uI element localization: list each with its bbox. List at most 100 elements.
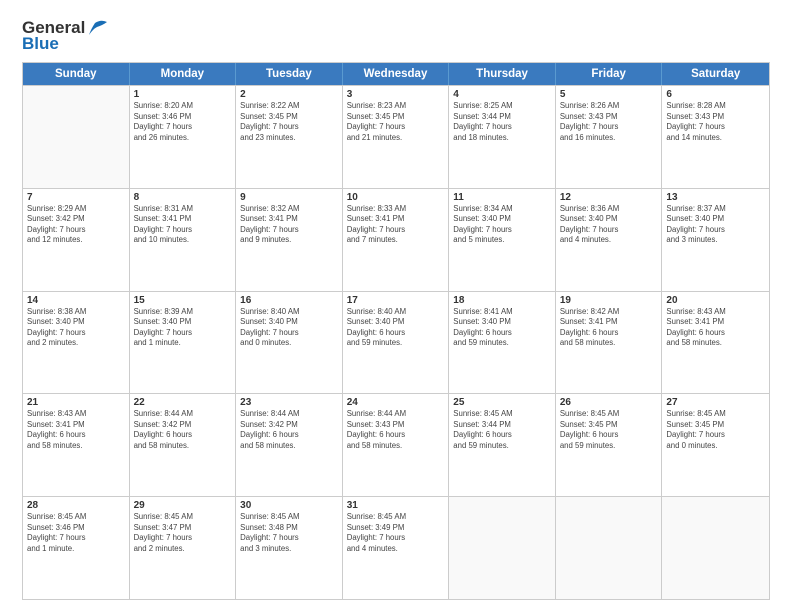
- calendar-cell-2: 2Sunrise: 8:22 AM Sunset: 3:45 PM Daylig…: [236, 86, 343, 188]
- day-number: 17: [347, 295, 445, 306]
- calendar-cell-empty-4-4: [449, 497, 556, 599]
- cell-info: Sunrise: 8:31 AM Sunset: 3:41 PM Dayligh…: [134, 204, 232, 246]
- cell-info: Sunrise: 8:26 AM Sunset: 3:43 PM Dayligh…: [560, 101, 658, 143]
- calendar-cell-7: 7Sunrise: 8:29 AM Sunset: 3:42 PM Daylig…: [23, 189, 130, 291]
- header: General Blue: [22, 18, 770, 54]
- calendar-cell-11: 11Sunrise: 8:34 AM Sunset: 3:40 PM Dayli…: [449, 189, 556, 291]
- cell-info: Sunrise: 8:29 AM Sunset: 3:42 PM Dayligh…: [27, 204, 125, 246]
- cell-info: Sunrise: 8:44 AM Sunset: 3:43 PM Dayligh…: [347, 409, 445, 451]
- cell-info: Sunrise: 8:20 AM Sunset: 3:46 PM Dayligh…: [134, 101, 232, 143]
- calendar-cell-16: 16Sunrise: 8:40 AM Sunset: 3:40 PM Dayli…: [236, 292, 343, 394]
- day-number: 13: [666, 192, 765, 203]
- calendar-cell-empty-0-0: [23, 86, 130, 188]
- day-number: 9: [240, 192, 338, 203]
- cell-info: Sunrise: 8:23 AM Sunset: 3:45 PM Dayligh…: [347, 101, 445, 143]
- calendar-cell-3: 3Sunrise: 8:23 AM Sunset: 3:45 PM Daylig…: [343, 86, 450, 188]
- day-number: 18: [453, 295, 551, 306]
- calendar-cell-28: 28Sunrise: 8:45 AM Sunset: 3:46 PM Dayli…: [23, 497, 130, 599]
- day-number: 15: [134, 295, 232, 306]
- logo-bird-icon: [87, 19, 109, 37]
- calendar-cell-13: 13Sunrise: 8:37 AM Sunset: 3:40 PM Dayli…: [662, 189, 769, 291]
- cell-info: Sunrise: 8:41 AM Sunset: 3:40 PM Dayligh…: [453, 307, 551, 349]
- calendar-row-1: 7Sunrise: 8:29 AM Sunset: 3:42 PM Daylig…: [23, 188, 769, 291]
- cell-info: Sunrise: 8:32 AM Sunset: 3:41 PM Dayligh…: [240, 204, 338, 246]
- calendar-cell-5: 5Sunrise: 8:26 AM Sunset: 3:43 PM Daylig…: [556, 86, 663, 188]
- cell-info: Sunrise: 8:25 AM Sunset: 3:44 PM Dayligh…: [453, 101, 551, 143]
- calendar-cell-10: 10Sunrise: 8:33 AM Sunset: 3:41 PM Dayli…: [343, 189, 450, 291]
- cell-info: Sunrise: 8:36 AM Sunset: 3:40 PM Dayligh…: [560, 204, 658, 246]
- cell-info: Sunrise: 8:44 AM Sunset: 3:42 PM Dayligh…: [240, 409, 338, 451]
- cell-info: Sunrise: 8:45 AM Sunset: 3:45 PM Dayligh…: [666, 409, 765, 451]
- calendar-cell-21: 21Sunrise: 8:43 AM Sunset: 3:41 PM Dayli…: [23, 394, 130, 496]
- day-number: 12: [560, 192, 658, 203]
- day-number: 24: [347, 397, 445, 408]
- cell-info: Sunrise: 8:22 AM Sunset: 3:45 PM Dayligh…: [240, 101, 338, 143]
- logo-blue: Blue: [22, 34, 59, 54]
- cell-info: Sunrise: 8:33 AM Sunset: 3:41 PM Dayligh…: [347, 204, 445, 246]
- calendar-cell-14: 14Sunrise: 8:38 AM Sunset: 3:40 PM Dayli…: [23, 292, 130, 394]
- cell-info: Sunrise: 8:40 AM Sunset: 3:40 PM Dayligh…: [347, 307, 445, 349]
- calendar-cell-22: 22Sunrise: 8:44 AM Sunset: 3:42 PM Dayli…: [130, 394, 237, 496]
- day-number: 27: [666, 397, 765, 408]
- calendar-cell-1: 1Sunrise: 8:20 AM Sunset: 3:46 PM Daylig…: [130, 86, 237, 188]
- calendar-cell-29: 29Sunrise: 8:45 AM Sunset: 3:47 PM Dayli…: [130, 497, 237, 599]
- day-number: 4: [453, 89, 551, 100]
- day-number: 23: [240, 397, 338, 408]
- day-number: 3: [347, 89, 445, 100]
- cell-info: Sunrise: 8:45 AM Sunset: 3:47 PM Dayligh…: [134, 512, 232, 554]
- cell-info: Sunrise: 8:45 AM Sunset: 3:44 PM Dayligh…: [453, 409, 551, 451]
- day-number: 19: [560, 295, 658, 306]
- cell-info: Sunrise: 8:37 AM Sunset: 3:40 PM Dayligh…: [666, 204, 765, 246]
- day-number: 21: [27, 397, 125, 408]
- day-number: 25: [453, 397, 551, 408]
- cell-info: Sunrise: 8:45 AM Sunset: 3:46 PM Dayligh…: [27, 512, 125, 554]
- cell-info: Sunrise: 8:38 AM Sunset: 3:40 PM Dayligh…: [27, 307, 125, 349]
- cell-info: Sunrise: 8:34 AM Sunset: 3:40 PM Dayligh…: [453, 204, 551, 246]
- cell-info: Sunrise: 8:42 AM Sunset: 3:41 PM Dayligh…: [560, 307, 658, 349]
- cell-info: Sunrise: 8:43 AM Sunset: 3:41 PM Dayligh…: [666, 307, 765, 349]
- calendar-cell-18: 18Sunrise: 8:41 AM Sunset: 3:40 PM Dayli…: [449, 292, 556, 394]
- weekday-header-sunday: Sunday: [23, 63, 130, 85]
- day-number: 29: [134, 500, 232, 511]
- day-number: 22: [134, 397, 232, 408]
- day-number: 28: [27, 500, 125, 511]
- calendar-cell-24: 24Sunrise: 8:44 AM Sunset: 3:43 PM Dayli…: [343, 394, 450, 496]
- cell-info: Sunrise: 8:39 AM Sunset: 3:40 PM Dayligh…: [134, 307, 232, 349]
- calendar-cell-26: 26Sunrise: 8:45 AM Sunset: 3:45 PM Dayli…: [556, 394, 663, 496]
- calendar-row-2: 14Sunrise: 8:38 AM Sunset: 3:40 PM Dayli…: [23, 291, 769, 394]
- calendar-cell-8: 8Sunrise: 8:31 AM Sunset: 3:41 PM Daylig…: [130, 189, 237, 291]
- day-number: 30: [240, 500, 338, 511]
- calendar-cell-23: 23Sunrise: 8:44 AM Sunset: 3:42 PM Dayli…: [236, 394, 343, 496]
- calendar-cell-25: 25Sunrise: 8:45 AM Sunset: 3:44 PM Dayli…: [449, 394, 556, 496]
- page: General Blue SundayMondayTuesdayWednesda…: [0, 0, 792, 612]
- weekday-header-wednesday: Wednesday: [343, 63, 450, 85]
- day-number: 5: [560, 89, 658, 100]
- calendar-cell-6: 6Sunrise: 8:28 AM Sunset: 3:43 PM Daylig…: [662, 86, 769, 188]
- weekday-header-tuesday: Tuesday: [236, 63, 343, 85]
- day-number: 11: [453, 192, 551, 203]
- calendar-row-0: 1Sunrise: 8:20 AM Sunset: 3:46 PM Daylig…: [23, 85, 769, 188]
- calendar-cell-9: 9Sunrise: 8:32 AM Sunset: 3:41 PM Daylig…: [236, 189, 343, 291]
- calendar-cell-4: 4Sunrise: 8:25 AM Sunset: 3:44 PM Daylig…: [449, 86, 556, 188]
- cell-info: Sunrise: 8:45 AM Sunset: 3:45 PM Dayligh…: [560, 409, 658, 451]
- calendar-cell-empty-4-5: [556, 497, 663, 599]
- cell-info: Sunrise: 8:44 AM Sunset: 3:42 PM Dayligh…: [134, 409, 232, 451]
- calendar-body: 1Sunrise: 8:20 AM Sunset: 3:46 PM Daylig…: [23, 85, 769, 599]
- calendar-cell-12: 12Sunrise: 8:36 AM Sunset: 3:40 PM Dayli…: [556, 189, 663, 291]
- calendar-cell-30: 30Sunrise: 8:45 AM Sunset: 3:48 PM Dayli…: [236, 497, 343, 599]
- day-number: 26: [560, 397, 658, 408]
- logo: General Blue: [22, 18, 109, 54]
- calendar-cell-15: 15Sunrise: 8:39 AM Sunset: 3:40 PM Dayli…: [130, 292, 237, 394]
- calendar-row-3: 21Sunrise: 8:43 AM Sunset: 3:41 PM Dayli…: [23, 393, 769, 496]
- cell-info: Sunrise: 8:45 AM Sunset: 3:48 PM Dayligh…: [240, 512, 338, 554]
- calendar-cell-20: 20Sunrise: 8:43 AM Sunset: 3:41 PM Dayli…: [662, 292, 769, 394]
- calendar-cell-empty-4-6: [662, 497, 769, 599]
- day-number: 2: [240, 89, 338, 100]
- day-number: 8: [134, 192, 232, 203]
- day-number: 20: [666, 295, 765, 306]
- day-number: 6: [666, 89, 765, 100]
- calendar-cell-17: 17Sunrise: 8:40 AM Sunset: 3:40 PM Dayli…: [343, 292, 450, 394]
- day-number: 14: [27, 295, 125, 306]
- cell-info: Sunrise: 8:28 AM Sunset: 3:43 PM Dayligh…: [666, 101, 765, 143]
- day-number: 10: [347, 192, 445, 203]
